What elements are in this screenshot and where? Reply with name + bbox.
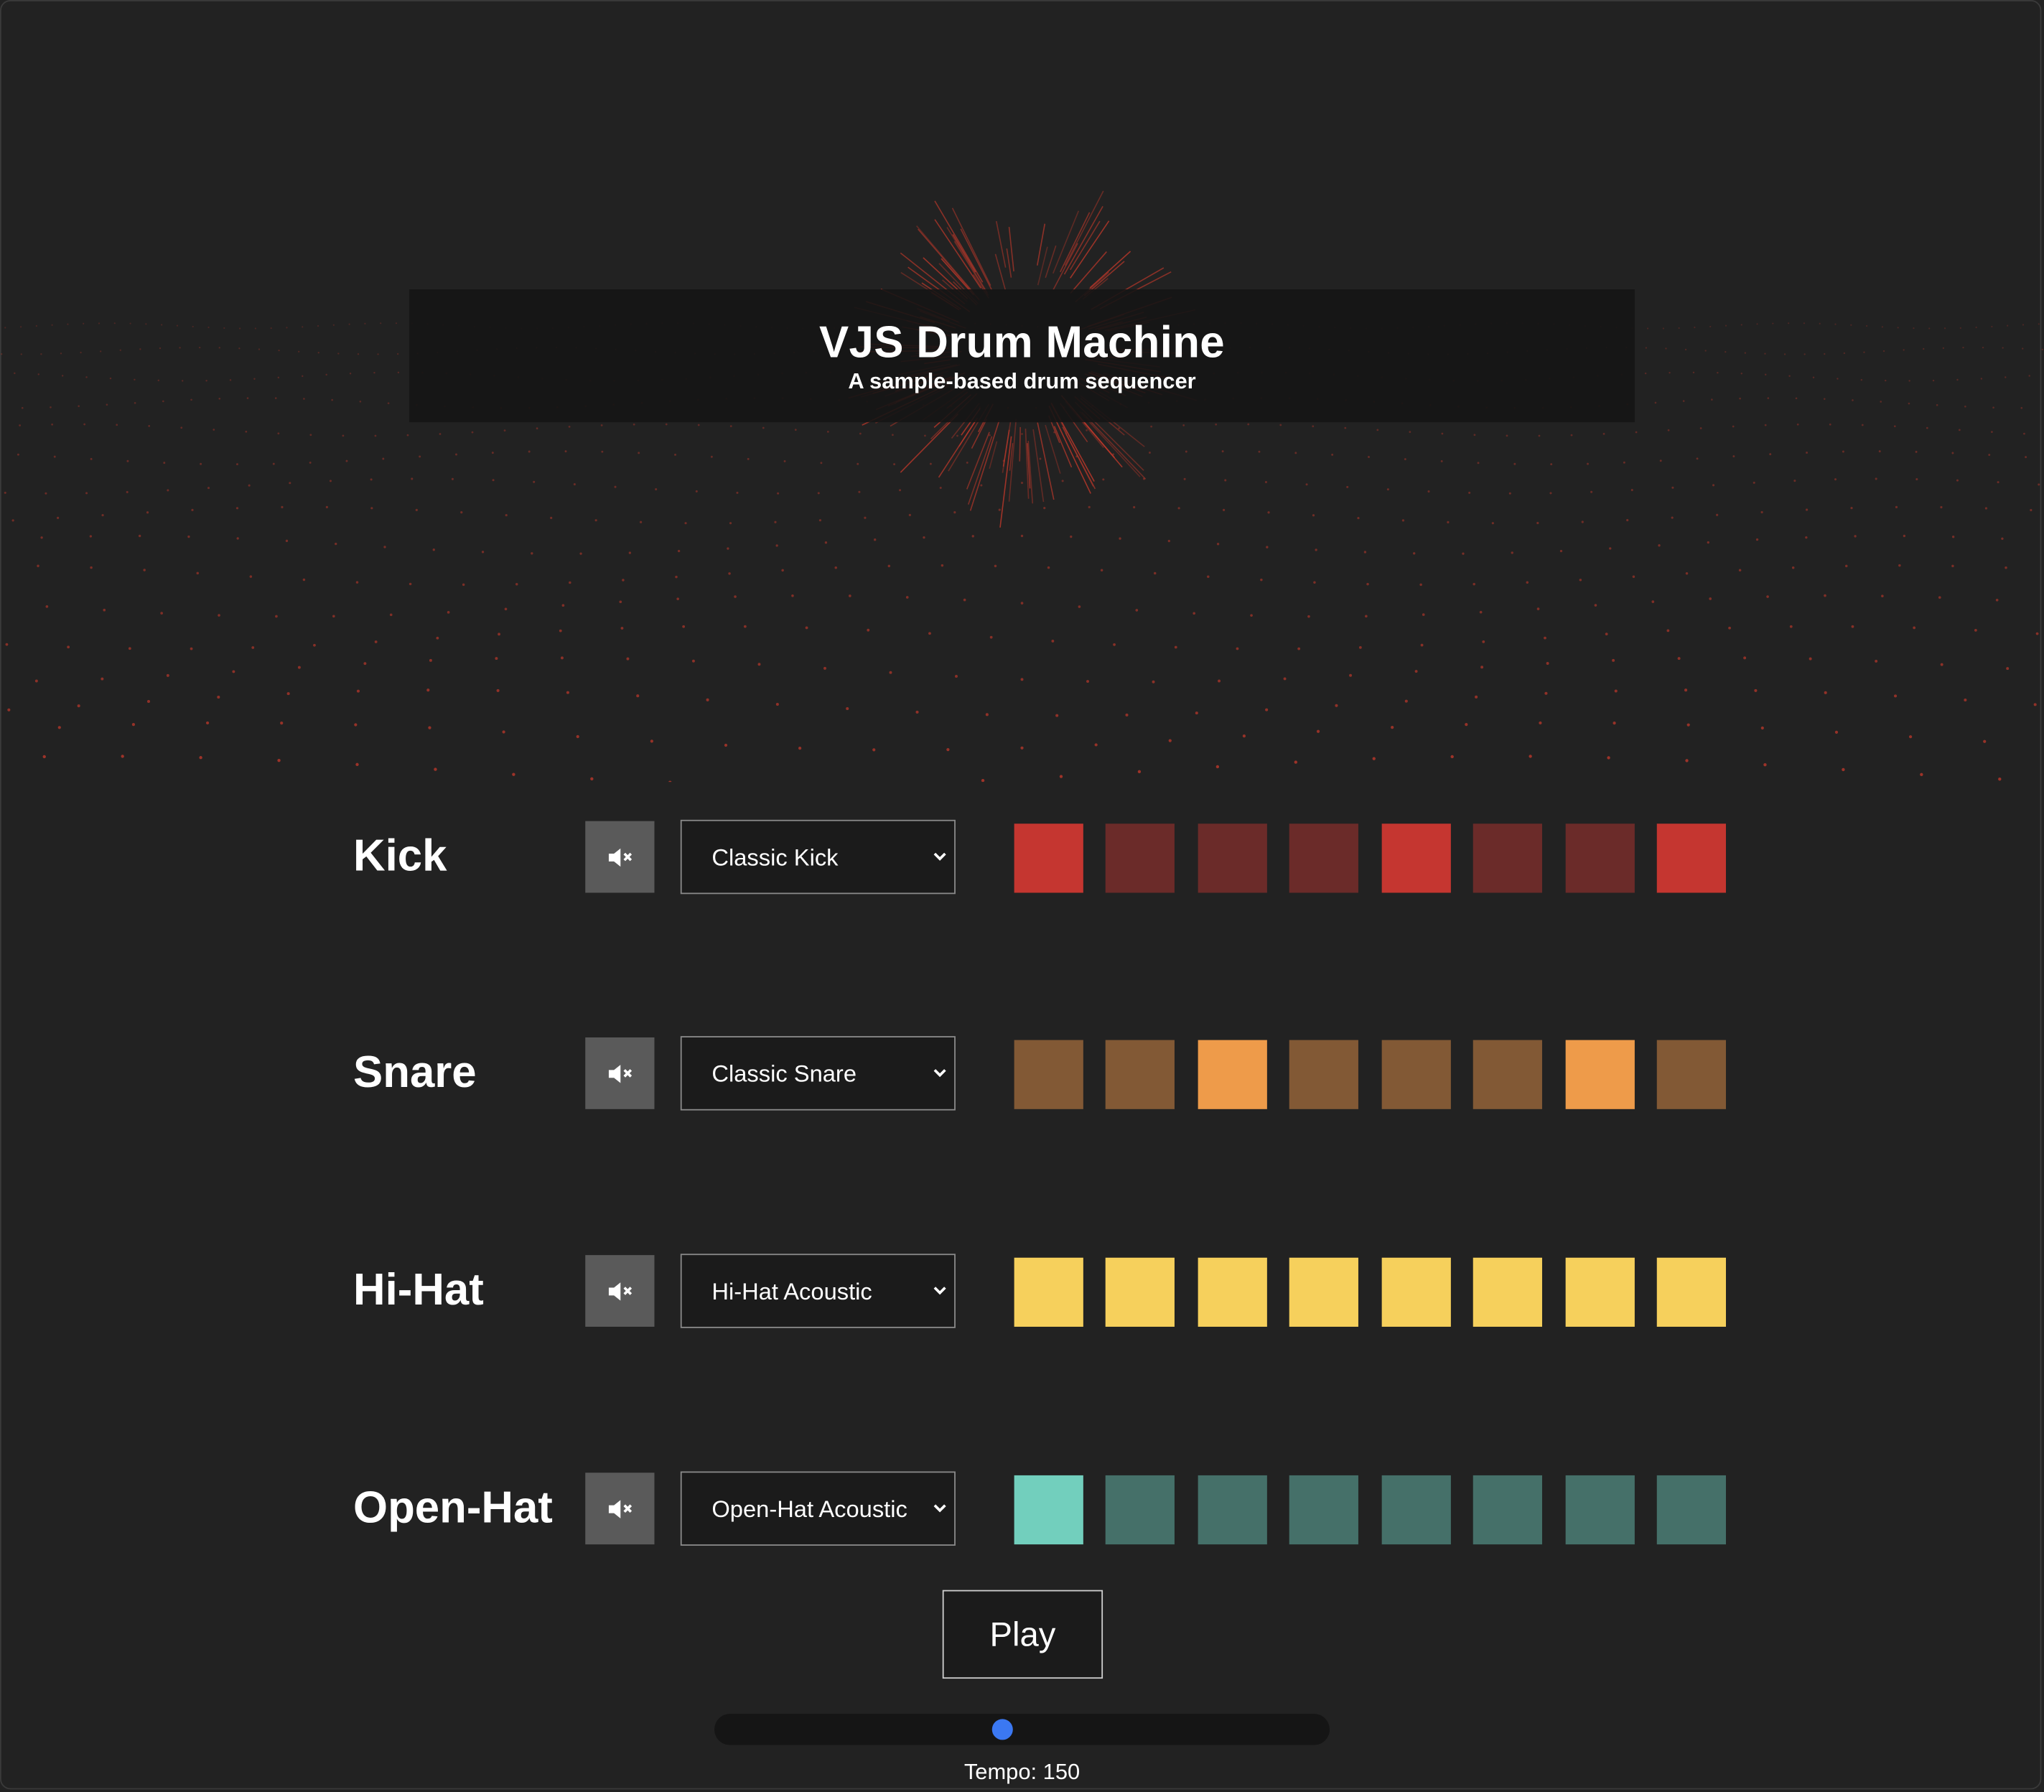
sample-select[interactable]: Classic Snare xyxy=(680,1036,956,1111)
sample-select-value: Classic Kick xyxy=(711,844,839,871)
chevron-down-icon xyxy=(933,1287,946,1295)
step-pad[interactable] xyxy=(1656,823,1726,893)
tempo-label: Tempo: 150 xyxy=(963,1759,1081,1785)
track-name: Snare xyxy=(353,1047,477,1098)
speaker-mute-icon xyxy=(608,1282,632,1300)
track-name: Kick xyxy=(353,831,447,882)
page-title: VJS Drum Machine xyxy=(818,317,1226,368)
sample-select[interactable]: Open-Hat Acoustic xyxy=(680,1471,956,1546)
track-open-hat: Open-Hat Open-Hat Acoustic xyxy=(0,1471,2044,1546)
step-pad[interactable] xyxy=(1106,1475,1175,1545)
track-kick: Kick Classic Kick xyxy=(0,819,2044,895)
step-pad[interactable] xyxy=(1564,1257,1635,1327)
step-pad[interactable] xyxy=(1564,823,1635,893)
speaker-mute-icon xyxy=(608,1499,632,1518)
sample-select[interactable]: Classic Kick xyxy=(680,819,956,895)
step-sequence xyxy=(1014,1257,1726,1327)
app-content: VJS Drum Machine A sample-based drum seq… xyxy=(0,0,2044,1792)
step-pad[interactable] xyxy=(1198,823,1267,893)
step-pad[interactable] xyxy=(1289,1257,1359,1327)
step-pad[interactable] xyxy=(1381,823,1451,893)
chevron-down-icon xyxy=(933,852,946,861)
step-pad[interactable] xyxy=(1014,1040,1083,1109)
step-pad[interactable] xyxy=(1198,1257,1267,1327)
step-pad[interactable] xyxy=(1198,1040,1267,1109)
mute-button[interactable] xyxy=(585,1255,655,1327)
step-pad[interactable] xyxy=(1656,1257,1726,1327)
step-pad[interactable] xyxy=(1564,1040,1635,1109)
track-name: Open-Hat xyxy=(353,1483,553,1533)
step-pad[interactable] xyxy=(1289,1040,1359,1109)
sample-select-value: Classic Snare xyxy=(711,1060,857,1087)
speaker-mute-icon xyxy=(608,847,632,867)
mute-button[interactable] xyxy=(585,1473,655,1545)
play-button[interactable]: Play xyxy=(942,1590,1103,1679)
track-snare: Snare Classic Snare xyxy=(0,1036,2044,1111)
step-pad[interactable] xyxy=(1381,1475,1451,1545)
step-pad[interactable] xyxy=(1381,1257,1451,1327)
step-pad[interactable] xyxy=(1473,1040,1543,1109)
step-sequence xyxy=(1014,1475,1726,1545)
sample-select-value: Hi-Hat Acoustic xyxy=(711,1278,872,1305)
step-pad[interactable] xyxy=(1381,1040,1451,1109)
step-pad[interactable] xyxy=(1473,1257,1543,1327)
step-pad[interactable] xyxy=(1656,1475,1726,1545)
speaker-mute-icon xyxy=(608,1064,632,1083)
app-window: VJS Drum Machine A sample-based drum seq… xyxy=(0,0,2044,1792)
step-pad[interactable] xyxy=(1014,1475,1083,1545)
step-pad[interactable] xyxy=(1289,1475,1359,1545)
page-subtitle: A sample-based drum sequencer xyxy=(848,368,1196,394)
chevron-down-icon xyxy=(933,1504,946,1513)
tempo-slider[interactable] xyxy=(714,1714,1330,1745)
step-sequence xyxy=(1014,1040,1726,1109)
tempo-slider-thumb[interactable] xyxy=(992,1719,1014,1740)
sample-select[interactable]: Hi-Hat Acoustic xyxy=(680,1254,956,1328)
step-pad[interactable] xyxy=(1289,823,1359,893)
sample-select-value: Open-Hat Acoustic xyxy=(711,1495,907,1523)
mute-button[interactable] xyxy=(585,821,655,893)
header: VJS Drum Machine A sample-based drum seq… xyxy=(409,289,1635,423)
step-pad[interactable] xyxy=(1564,1475,1635,1545)
step-pad[interactable] xyxy=(1656,1040,1726,1109)
step-pad[interactable] xyxy=(1473,1475,1543,1545)
step-pad[interactable] xyxy=(1106,1040,1175,1109)
track-hi-hat: Hi-Hat Hi-Hat Acoustic xyxy=(0,1254,2044,1329)
step-pad[interactable] xyxy=(1106,1257,1175,1327)
step-pad[interactable] xyxy=(1198,1475,1267,1545)
step-pad[interactable] xyxy=(1106,823,1175,893)
chevron-down-icon xyxy=(933,1069,946,1078)
step-pad[interactable] xyxy=(1473,823,1543,893)
mute-button[interactable] xyxy=(585,1037,655,1109)
step-sequence xyxy=(1014,823,1726,893)
step-pad[interactable] xyxy=(1014,823,1083,893)
step-pad[interactable] xyxy=(1014,1257,1083,1327)
track-name: Hi-Hat xyxy=(353,1265,484,1315)
